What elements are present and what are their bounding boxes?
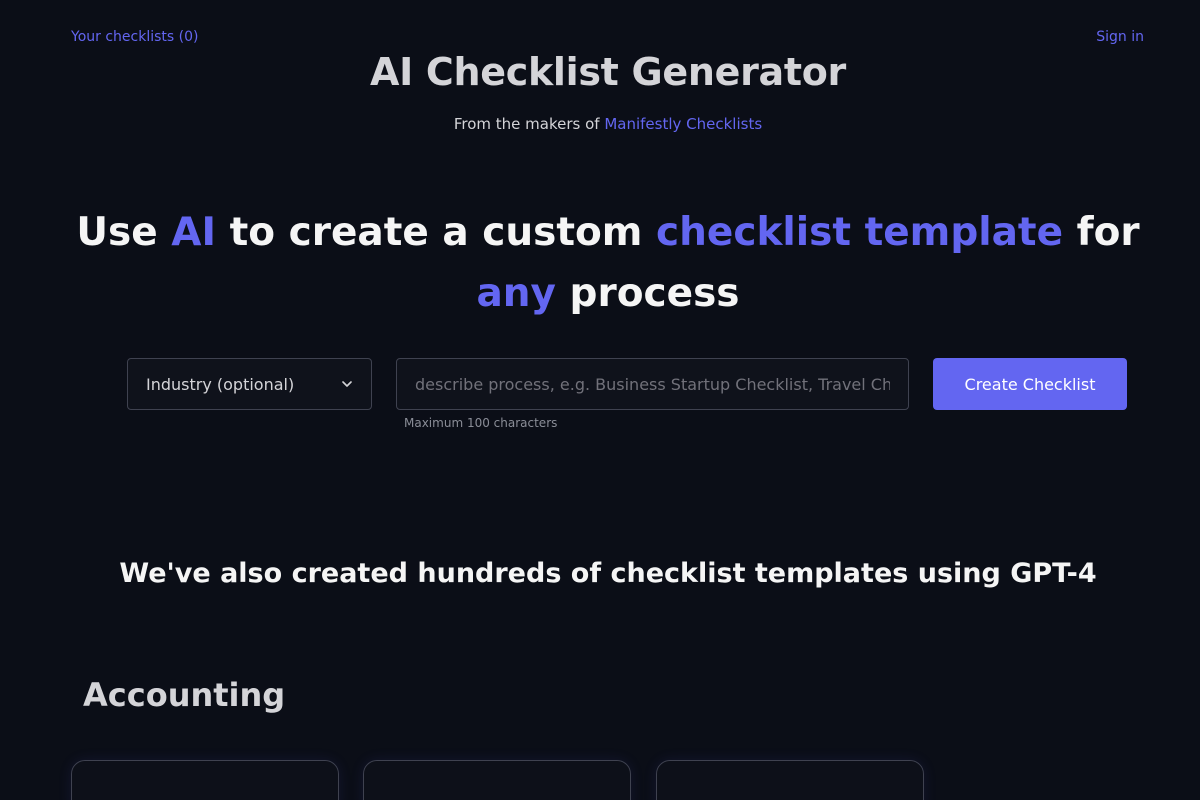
sign-in-link[interactable]: Sign in: [1096, 29, 1144, 45]
hero-accent-checklist-template: checklist template: [656, 210, 1064, 255]
hero-text-4: process: [555, 271, 740, 316]
template-card[interactable]: [71, 760, 339, 800]
makers-prefix: From the makers of: [453, 115, 605, 133]
industry-select[interactable]: Industry (optional): [127, 358, 372, 410]
template-card[interactable]: [363, 760, 631, 800]
hero-accent-any: any: [476, 271, 556, 316]
hero-accent-ai: AI: [171, 210, 216, 255]
hero-text-2: to create a custom: [216, 210, 657, 255]
hero-text-3: for: [1063, 210, 1140, 255]
template-card[interactable]: [656, 760, 924, 800]
page: Your checklists (0) Sign in AI Checklist…: [0, 0, 1200, 800]
app-title: AI Checklist Generator: [370, 50, 846, 94]
create-checklist-button[interactable]: Create Checklist: [933, 358, 1127, 410]
category-heading-accounting: Accounting: [83, 676, 286, 714]
industry-select-label: Industry (optional): [146, 374, 295, 394]
makers-line: From the makers of Manifestly Checklists: [0, 115, 1200, 133]
process-input[interactable]: [396, 358, 909, 410]
chevron-down-icon: [342, 381, 352, 387]
hero-text-1: Use: [76, 210, 172, 255]
manifestly-link[interactable]: Manifestly Checklists: [604, 115, 762, 133]
your-checklists-link[interactable]: Your checklists (0): [71, 29, 198, 45]
hero-headline: Use AI to create a custom checklist temp…: [40, 202, 1176, 324]
templates-heading: We've also created hundreds of checklist…: [119, 558, 1097, 589]
character-limit-hint: Maximum 100 characters: [404, 416, 558, 430]
